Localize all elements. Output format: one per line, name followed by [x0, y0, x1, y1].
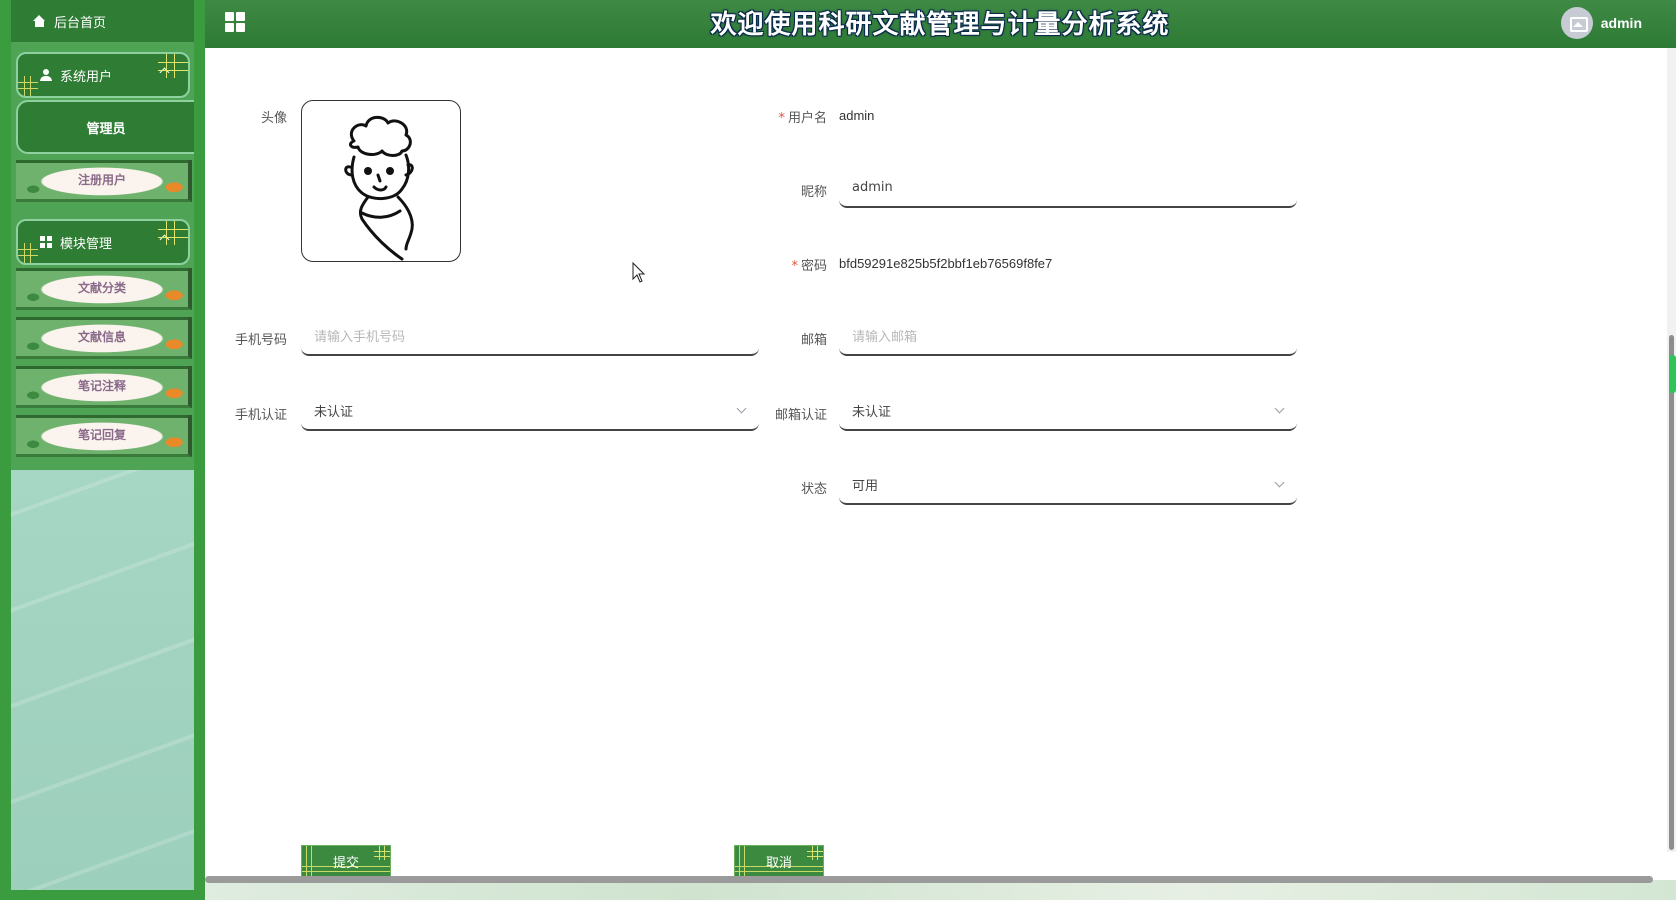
- home-icon: [33, 15, 46, 27]
- phone-label: 手机号码: [234, 333, 287, 348]
- email-label: 邮箱: [800, 333, 827, 348]
- sidebar-group-system-users[interactable]: 系统用户: [16, 52, 190, 98]
- sidebar-item-label: 笔记回复: [77, 428, 126, 442]
- email-verify-select[interactable]: 未认证: [839, 391, 1297, 431]
- sidebar-item-label: 笔记注释: [77, 379, 126, 393]
- chevron-down-icon: [1274, 477, 1285, 488]
- password-label: * 密码: [791, 259, 827, 274]
- user-icon: [40, 69, 52, 81]
- avatar-icon: [1560, 7, 1593, 39]
- required-mark: *: [791, 259, 798, 274]
- top-header: 欢迎使用科研文献管理与计量分析系统 admin: [205, 0, 1676, 48]
- chevron-down-icon: [736, 403, 747, 414]
- cancel-label: 取消: [765, 855, 792, 871]
- email-input[interactable]: 请输入邮箱: [839, 316, 1297, 356]
- nickname-value: admin: [852, 179, 893, 195]
- submit-label: 提交: [332, 855, 359, 871]
- sidebar-item-registered-users[interactable]: 注册用户: [16, 160, 192, 202]
- email-verify-label: 邮箱认证: [774, 408, 827, 423]
- scroll-indicator: [1669, 355, 1676, 393]
- page-title: 欢迎使用科研文献管理与计量分析系统: [710, 10, 1170, 40]
- sidebar-item-note-replies[interactable]: 笔记回复: [16, 415, 192, 457]
- phone-verify-select[interactable]: 未认证: [301, 391, 759, 431]
- chevron-up-icon: [159, 67, 170, 78]
- nickname-label: 昵称: [800, 185, 827, 200]
- sidebar-item-notes[interactable]: 笔记注释: [16, 366, 192, 408]
- avatar-upload[interactable]: [301, 100, 461, 262]
- username-label: * 用户名: [778, 111, 827, 126]
- mouse-cursor-icon: [632, 262, 646, 283]
- email-verify-value: 未认证: [852, 404, 892, 420]
- required-mark: *: [778, 111, 785, 126]
- footer-strip: [205, 880, 1676, 900]
- sidebar-group-label: 系统用户: [60, 69, 113, 85]
- cancel-button[interactable]: 取消: [734, 845, 824, 877]
- sidebar-home-link[interactable]: 后台首页: [11, 0, 194, 42]
- status-select[interactable]: 可用: [839, 465, 1297, 505]
- phone-verify-label: 手机认证: [234, 408, 287, 423]
- phone-placeholder: 请输入手机号码: [314, 329, 406, 345]
- sidebar-item-literature-info[interactable]: 文献信息: [16, 317, 192, 359]
- phone-verify-value: 未认证: [314, 404, 354, 420]
- user-name: admin: [1600, 15, 1642, 31]
- status-label: 状态: [800, 482, 827, 497]
- sidebar-item-label: 注册用户: [77, 173, 126, 187]
- sidebar-item-literature-category[interactable]: 文献分类: [16, 268, 192, 310]
- vertical-scrollbar[interactable]: [1669, 335, 1674, 850]
- horizontal-scrollbar[interactable]: [205, 876, 1653, 883]
- sidebar-item-label: 管理员: [86, 121, 126, 137]
- sidebar-item-admin[interactable]: 管理员: [16, 100, 194, 154]
- sidebar-group-label: 模块管理: [60, 236, 113, 252]
- sidebar-item-label: 文献分类: [77, 281, 126, 295]
- sidebar-home-label: 后台首页: [54, 15, 107, 31]
- sidebar-item-label: 文献信息: [77, 330, 126, 344]
- phone-input[interactable]: 请输入手机号码: [301, 316, 759, 356]
- user-menu[interactable]: admin: [1560, 6, 1642, 40]
- grid-icon: [40, 236, 52, 248]
- email-placeholder: 请输入邮箱: [852, 329, 918, 345]
- submit-button[interactable]: 提交: [301, 845, 391, 877]
- nickname-field[interactable]: admin: [839, 168, 1297, 208]
- status-value: 可用: [852, 478, 879, 494]
- avatar-label: 头像: [260, 111, 287, 126]
- chevron-up-icon: [159, 234, 170, 245]
- avatar-image: [344, 115, 414, 261]
- username-value: admin: [839, 108, 875, 123]
- chevron-down-icon: [1274, 403, 1285, 414]
- password-value: bfd59291e825b5f2bbf1eb76569f8fe7: [839, 256, 1053, 271]
- sidebar-group-module-management[interactable]: 模块管理: [16, 219, 190, 265]
